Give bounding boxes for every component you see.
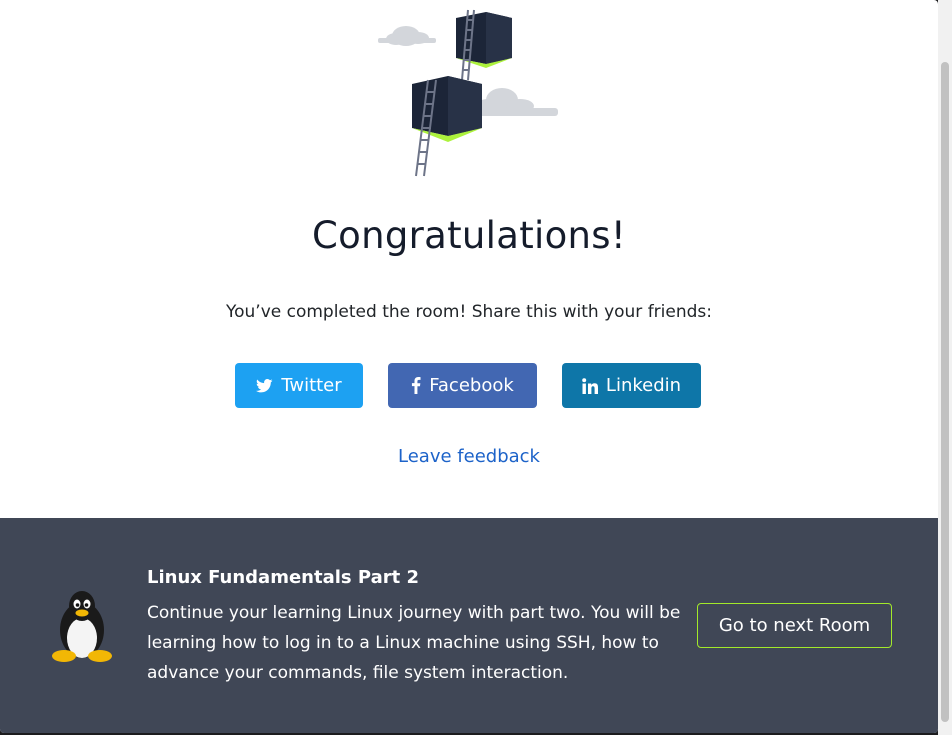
scrollbar-thumb[interactable] bbox=[941, 62, 949, 722]
floating-blocks-illustration bbox=[378, 9, 558, 177]
next-room-panel: Linux Fundamentals Part 2 Continue your … bbox=[0, 518, 938, 733]
facebook-icon bbox=[412, 377, 421, 394]
scrollbar[interactable] bbox=[938, 0, 952, 735]
next-room-title: Linux Fundamentals Part 2 bbox=[147, 567, 420, 588]
completion-modal: Congratulations! You’ve completed the ro… bbox=[0, 0, 938, 733]
cloud-icon bbox=[378, 26, 436, 46]
twitter-icon bbox=[256, 378, 273, 392]
modal-subtitle: You’ve completed the room! Share this wi… bbox=[225, 302, 713, 322]
modal-title: Congratulations! bbox=[312, 214, 626, 257]
linkedin-share-label: Linkedin bbox=[605, 375, 682, 396]
linux-penguin-icon bbox=[52, 591, 112, 662]
linkedin-icon bbox=[582, 377, 598, 394]
leave-feedback-link[interactable]: Leave feedback bbox=[0, 446, 938, 467]
twitter-share-button[interactable]: Twitter bbox=[235, 363, 363, 408]
next-room-description: Continue your learning Linux journey wit… bbox=[147, 603, 681, 683]
twitter-share-label: Twitter bbox=[281, 375, 342, 396]
facebook-share-button[interactable]: Facebook bbox=[388, 363, 537, 408]
facebook-share-label: Facebook bbox=[429, 375, 514, 396]
linkedin-share-button[interactable]: Linkedin bbox=[562, 363, 701, 408]
go-to-next-room-button[interactable]: Go to next Room bbox=[697, 603, 892, 648]
